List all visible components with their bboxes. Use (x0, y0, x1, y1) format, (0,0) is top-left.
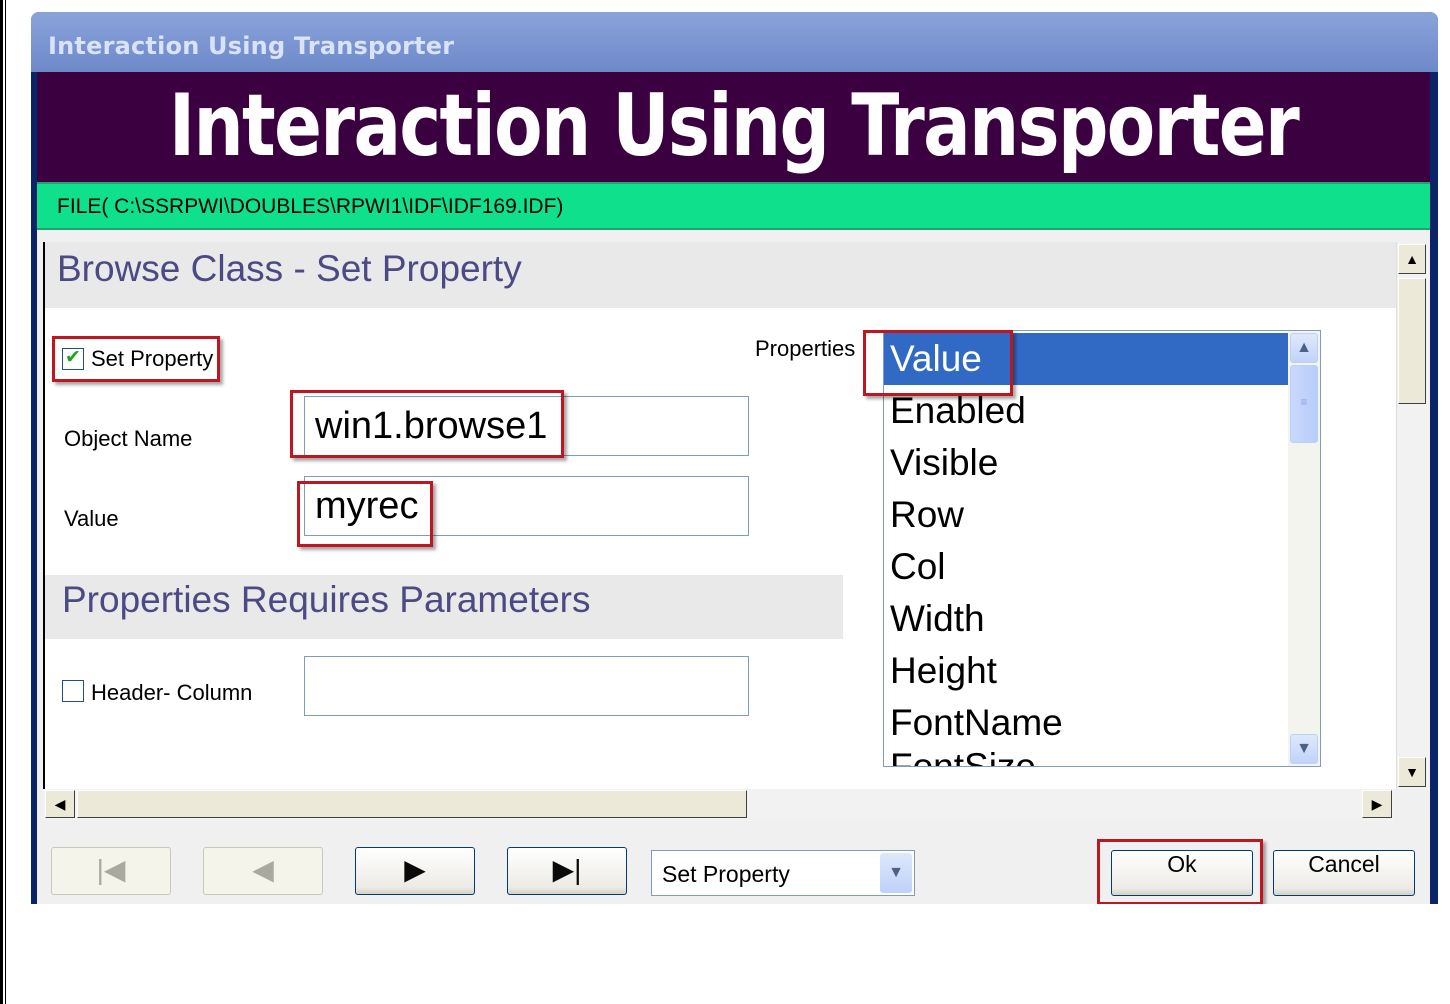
header-column-field[interactable] (304, 656, 749, 716)
property-item-col[interactable]: Col (884, 541, 1288, 593)
header-column-checkbox[interactable] (62, 680, 84, 702)
panel-scroll-left-icon[interactable]: ◀ (45, 790, 75, 818)
mode-select-value: Set Property (662, 861, 790, 887)
panel-vertical-scrollbar[interactable]: ▲ ▼ (1396, 242, 1429, 789)
highlight-ok (1097, 839, 1263, 904)
highlight-selected-property (863, 330, 1013, 396)
panel-header: Browse Class - Set Property (45, 242, 1396, 308)
property-panel: Browse Class - Set Property Set Property… (43, 242, 1396, 789)
section-parameters: Properties Requires Parameters (45, 575, 843, 639)
title-bar[interactable]: Interaction Using Transporter (31, 12, 1438, 72)
dialog-client: Interaction Using Transporter FILE( C:\S… (37, 72, 1430, 904)
panel-horizontal-scrollbar[interactable]: ◀ ▶ (43, 789, 1394, 821)
property-item-fontsize[interactable]: FontSize (884, 741, 1288, 766)
scroll-thumb[interactable]: ≡ (1290, 365, 1318, 443)
scroll-down-icon[interactable]: ▼ (1290, 734, 1318, 764)
bottom-toolbar: |◀ ◀ ▶ ▶| Set Property ▼ Ok Cancel (37, 832, 1430, 904)
cancel-button[interactable]: Cancel (1273, 850, 1415, 896)
header-column-label: Header- Column (91, 680, 253, 705)
next-record-button[interactable]: ▶ (355, 847, 475, 895)
property-item-visible[interactable]: Visible (884, 437, 1288, 489)
dialog-window: Interaction Using Transporter Interactio… (31, 12, 1438, 904)
highlight-value (297, 481, 433, 547)
next-record-icon: ▶ (404, 854, 426, 885)
property-item-width[interactable]: Width (884, 593, 1288, 645)
properties-scrollbar[interactable]: ▲ ≡ ▼ (1288, 331, 1320, 766)
banner: Interaction Using Transporter (37, 72, 1430, 182)
panel-title: Browse Class - Set Property (57, 248, 522, 289)
last-record-icon: ▶| (552, 854, 582, 885)
highlight-object-name (290, 390, 564, 458)
chevron-down-icon[interactable]: ▼ (880, 853, 912, 893)
panel-hscroll-thumb[interactable] (77, 790, 747, 818)
first-record-icon: |◀ (96, 854, 126, 885)
object-name-label: Object Name (64, 426, 193, 451)
highlight-set-property (52, 336, 220, 382)
page-border-inner (5, 0, 6, 1004)
banner-title: Interaction Using Transporter (168, 76, 1300, 176)
section-parameters-title: Properties Requires Parameters (62, 579, 591, 620)
panel-scroll-down-icon[interactable]: ▼ (1398, 757, 1426, 787)
last-record-button[interactable]: ▶| (507, 847, 627, 895)
panel-scroll-right-icon[interactable]: ▶ (1362, 790, 1392, 818)
property-item-height[interactable]: Height (884, 645, 1288, 697)
value-label: Value (64, 506, 119, 531)
properties-label: Properties (755, 336, 856, 361)
panel-scroll-up-icon[interactable]: ▲ (1398, 244, 1426, 274)
previous-record-icon: ◀ (252, 854, 274, 885)
previous-record-button[interactable]: ◀ (203, 847, 323, 895)
property-item-row[interactable]: Row (884, 489, 1288, 541)
first-record-button[interactable]: |◀ (51, 847, 171, 895)
panel-scroll-thumb[interactable] (1398, 278, 1426, 404)
window-title: Interaction Using Transporter (48, 32, 455, 60)
file-path-bar: FILE( C:\SSRPWI\DOUBLES\RPWI1\IDF\IDF169… (37, 182, 1430, 230)
page-border (0, 0, 3, 1004)
mode-select[interactable]: Set Property ▼ (651, 850, 915, 896)
scroll-up-icon[interactable]: ▲ (1290, 333, 1318, 363)
file-path: FILE( C:\SSRPWI\DOUBLES\RPWI1\IDF\IDF169… (57, 195, 564, 218)
